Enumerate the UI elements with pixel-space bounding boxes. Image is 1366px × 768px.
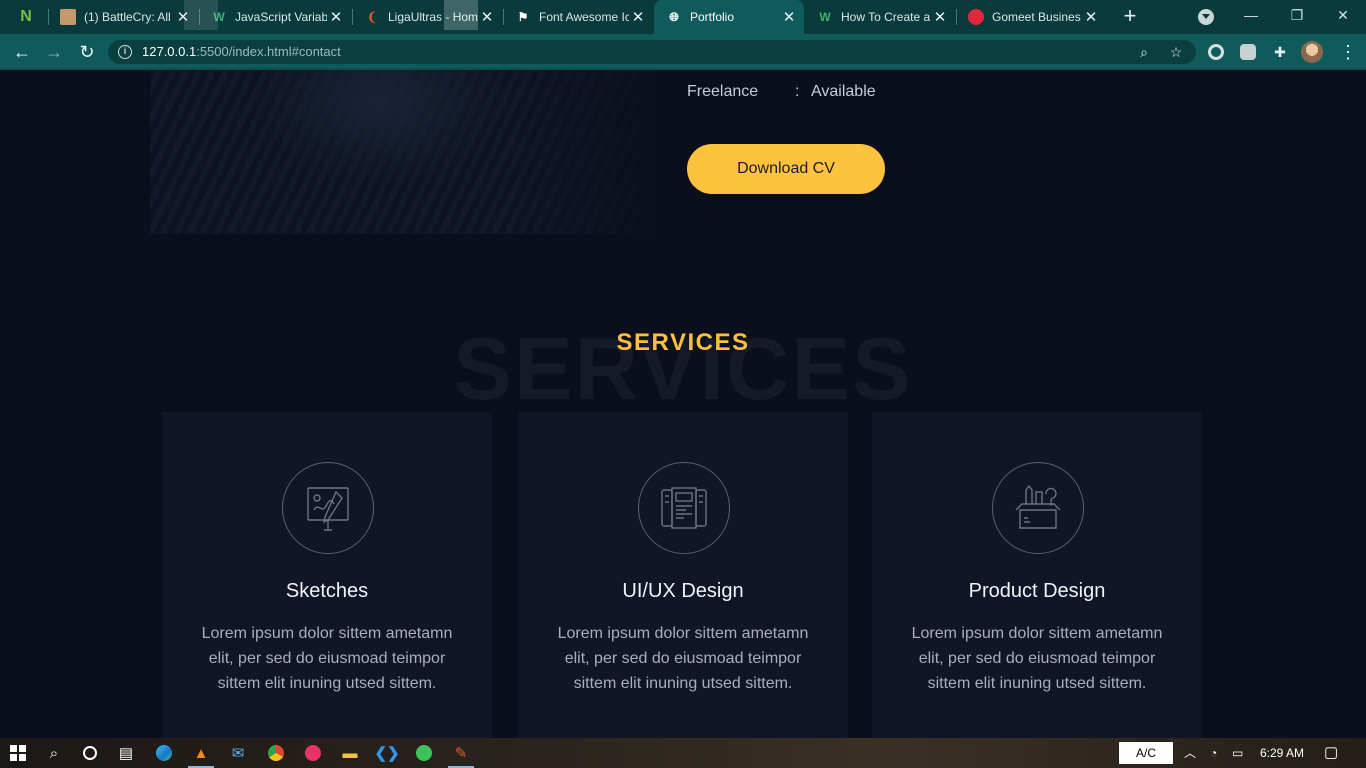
windows-start-icon[interactable] [6,741,30,765]
edge-icon[interactable] [152,741,176,765]
uiux-icon [661,487,707,529]
extension-square-icon[interactable] [1240,44,1256,60]
info-value: Available [811,83,876,100]
close-icon[interactable]: ✕ [931,8,949,26]
service-card-sketches: Sketches Lorem ipsum dolor sittem ametam… [162,412,492,738]
icon-circle [282,462,374,554]
globe-icon: 🌐︎ [669,9,679,24]
n-logo-icon: N [20,8,32,25]
restore-button[interactable]: ❐ [1274,0,1320,30]
service-description: Lorem ipsum dolor sittem ametamn elit, p… [201,625,453,692]
active-app-bg [444,0,478,30]
tab-javascript-variables[interactable]: W JavaScript Variab ✕ [199,0,351,34]
service-description: Lorem ipsum dolor sittem ametamn elit, p… [557,625,809,692]
notification-icon[interactable]: ▢ [1324,744,1338,762]
tab-n[interactable]: N [6,0,46,34]
url-path: :5500/index.html#contact [196,44,341,59]
about-photo [150,70,658,234]
tab-search-icon[interactable] [1198,9,1214,25]
info-row-freelance: Freelance : Available [687,83,876,101]
media-player-icon[interactable] [301,741,325,765]
service-title: Product Design [968,580,1106,602]
close-icon[interactable]: ✕ [327,8,345,26]
product-design-icon [1015,484,1061,529]
flag-icon: ⚑ [517,10,529,24]
whatsapp-icon[interactable] [412,741,436,765]
battery-icon[interactable]: ▭ [1232,744,1243,762]
section-title: SERVICES [616,329,750,356]
vscode-icon[interactable]: ❮❯ [374,741,399,765]
close-icon[interactable]: ✕ [629,8,647,26]
sketch-icon [307,487,349,531]
service-card-uiux-design: UI/UX Design Lorem ipsum dolor sittem am… [518,412,848,738]
page-viewport: Freelance : Available Download CV SERVIC… [0,70,1366,738]
close-icon[interactable]: ✕ [780,8,798,26]
reload-button[interactable]: ↻ [75,40,99,64]
w3schools-icon: W [819,10,831,24]
info-icon[interactable]: i [118,45,132,59]
search-icon[interactable]: ⌕ [42,741,66,765]
windows-logo-icon [10,745,26,761]
tab-ligaultras[interactable]: ❨ LigaUltras - Hom ✕ [352,0,502,34]
minimize-button[interactable]: — [1228,0,1274,30]
vlc-active-bg [184,0,218,30]
tab-title: JavaScript Variab [235,10,327,24]
wifi-icon[interactable]: ◔ [1210,744,1217,762]
close-window-button[interactable]: ✕ [1320,0,1366,30]
info-label: Freelance [687,83,759,100]
chrome-icon[interactable] [264,741,288,765]
icon-circle [992,462,1084,554]
bookmark-star-icon[interactable]: ☆ [1167,43,1185,61]
zoom-icon[interactable]: ⌕ [1135,43,1153,61]
extensions-puzzle-icon[interactable]: ✚ [1271,43,1289,61]
service-title: Sketches [285,580,369,602]
tab-title: How To Create a [841,10,931,24]
tab-portfolio[interactable]: 🌐︎ Portfolio ✕ [654,0,804,34]
tab-title: (1) BattleCry: All [84,10,171,24]
forward-button[interactable]: → [42,40,66,64]
tray-chevron-icon[interactable]: ︿ [1184,744,1196,762]
close-icon[interactable]: ✕ [478,8,496,26]
service-title: UI/UX Design [622,580,744,602]
tab-how-to-create[interactable]: W How To Create a ✕ [805,0,955,34]
service-card-product-design: Product Design Lorem ipsum dolor sittem … [872,412,1202,738]
url-host: 127.0.0.1 [142,44,197,59]
clock-time[interactable]: 6:29 AM [1260,744,1304,762]
tab-title: Font Awesome Ic [539,10,629,24]
extension-circle-icon[interactable] [1208,44,1224,60]
icon-circle [638,462,730,554]
mail-icon[interactable]: ✉ [226,741,250,765]
profile-avatar[interactable] [1301,41,1323,63]
cortana-icon[interactable] [78,741,102,765]
new-tab-button[interactable]: + [1118,3,1142,31]
close-icon[interactable]: ✕ [1082,8,1100,26]
tab-title: Portfolio [690,10,735,24]
browser-menu-icon[interactable]: ⋮ [1338,41,1358,63]
service-description: Lorem ipsum dolor sittem ametamn elit, p… [911,625,1163,692]
avatar-icon [60,9,76,25]
gomeet-icon [968,9,984,25]
task-view-icon[interactable]: ▤ [114,741,138,765]
url-text[interactable]: 127.0.0.1:5500/index.html#contact [142,44,341,59]
file-explorer-icon[interactable]: ▬ [338,741,362,765]
tab-title: Gomeet Busines [992,10,1081,24]
flame-icon: ❨ [366,10,378,24]
tab-font-awesome[interactable]: ⚑ Font Awesome Ic ✕ [503,0,653,34]
download-cv-button[interactable]: Download CV [687,144,885,194]
app-icon[interactable]: ✎ [449,741,473,765]
tab-gomeet[interactable]: Gomeet Busines ✕ [956,0,1106,34]
info-colon: : [795,83,800,100]
ac-indicator[interactable]: A/C [1118,741,1174,765]
back-button[interactable]: ← [10,40,34,64]
tab-battlecry[interactable]: (1) BattleCry: All ✕ [48,0,198,34]
vlc-icon[interactable]: ▲ [189,741,213,765]
